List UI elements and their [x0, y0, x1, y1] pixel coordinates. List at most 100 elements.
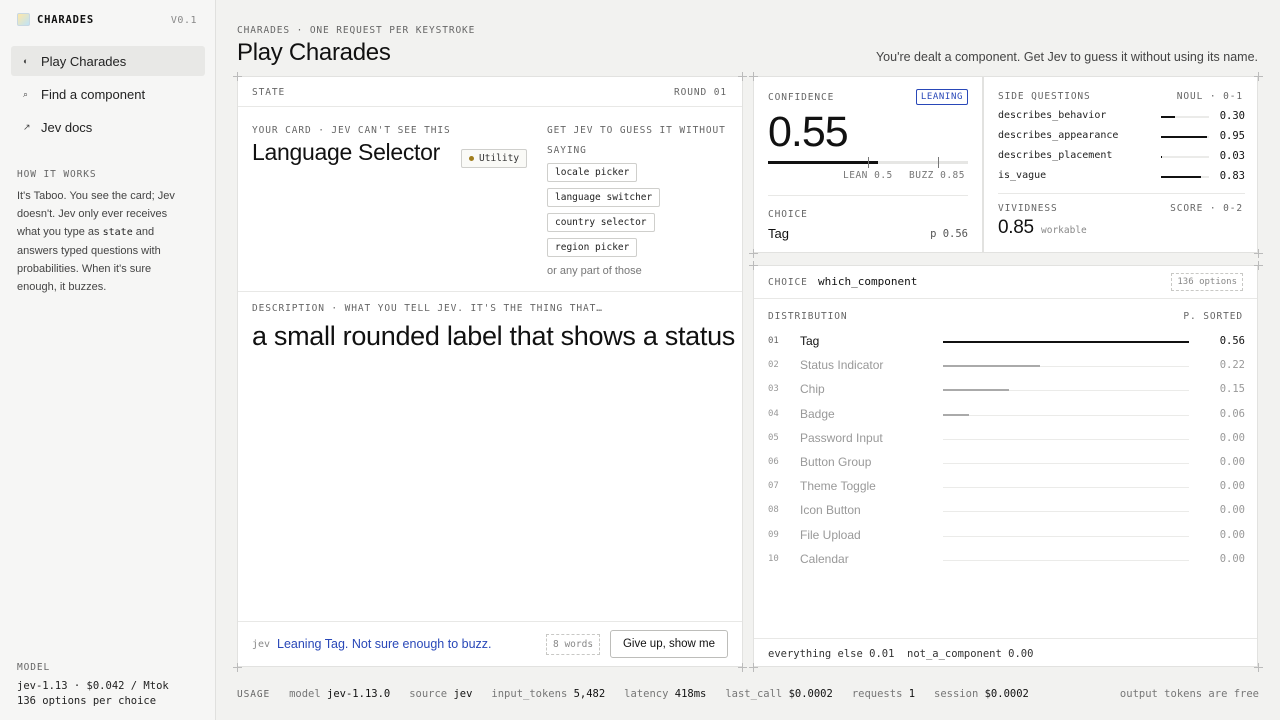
state-label: STATE — [252, 87, 286, 98]
corner-mark — [738, 663, 747, 672]
sidebar-nav: ◐ Play Charades ⌕ Find a component ↗ Jev… — [11, 46, 205, 145]
row-index: 07 — [768, 481, 779, 492]
row-index: 10 — [768, 553, 779, 564]
row-label: Password Input — [800, 430, 883, 445]
row-index: 08 — [768, 505, 779, 516]
options-badge: 136 options — [1171, 273, 1243, 291]
side-question-bar — [1161, 116, 1209, 118]
side-question-value: 0.30 — [1219, 110, 1245, 122]
taboo-word: language switcher — [547, 188, 661, 207]
usage-label: USAGE — [237, 689, 271, 700]
jev-message: Leaning Tag. Not sure enough to buzz. — [277, 637, 492, 651]
row-index: 02 — [768, 360, 779, 371]
confidence-meter-fill — [768, 161, 878, 164]
side-questions-panel: SIDE QUESTIONS NOUL · 0-1 describes_beha… — [983, 76, 1258, 253]
confidence-panel: CONFIDENCE LEANING 0.55 LEAN 0.5 BUZZ 0.… — [753, 76, 983, 253]
distribution-row: 07 Theme Toggle 0.00 — [768, 479, 1245, 495]
choice-name: which_component — [818, 275, 918, 288]
search-icon: ⌕ — [23, 88, 29, 99]
side-question-row: describes_placement 0.03 — [998, 150, 1245, 164]
taboo-note: or any part of those — [547, 265, 642, 277]
card-name: Language Selector — [252, 139, 440, 165]
distribution-row: 04 Badge 0.06 — [768, 407, 1245, 423]
side-question-bar-fill — [1161, 136, 1207, 138]
corner-mark — [1254, 261, 1263, 270]
choice-value: Tag — [768, 226, 789, 241]
give-up-button[interactable]: Give up, show me — [609, 630, 728, 658]
probability-bar — [943, 463, 1189, 464]
probability-bar — [943, 559, 1189, 561]
row-probability: 0.00 — [1219, 504, 1245, 517]
corner-mark — [749, 249, 758, 258]
how-it-works-title: HOW IT WORKS — [17, 169, 97, 180]
choice-label: CHOICE — [768, 277, 808, 288]
confidence-value: 0.55 — [768, 108, 849, 156]
row-probability: 0.56 — [1219, 335, 1245, 347]
card-caption: YOUR CARD · JEV CAN'T SEE THIS — [252, 125, 451, 136]
corner-mark — [749, 72, 758, 81]
probability-bar — [943, 535, 1189, 537]
nav-item-label: Play Charades — [41, 53, 127, 69]
probability-bar — [943, 389, 1189, 392]
row-probability: 0.00 — [1219, 431, 1245, 444]
usage-last-call-value: $0.0002 — [788, 688, 833, 700]
row-label: Button Group — [800, 455, 872, 469]
probability-bar — [943, 511, 1189, 513]
usage-tokens-value: 5,482 — [573, 688, 606, 700]
corner-mark — [749, 663, 758, 672]
divider — [768, 195, 968, 196]
state-code: state — [102, 227, 133, 238]
row-index: 04 — [768, 408, 779, 419]
probability-bar — [943, 487, 1189, 489]
model-line-2: 136 options per choice — [17, 695, 157, 707]
nav-item-play-charades[interactable]: ◐ Play Charades — [11, 46, 205, 76]
breadcrumb: CHARADES · ONE REQUEST PER KEYSTROKE — [237, 25, 476, 36]
state-panel: STATE ROUND 01 YOUR CARD · JEV CAN'T SEE… — [237, 76, 743, 667]
probability-bar-fill — [943, 413, 970, 416]
nav-item-jev-docs[interactable]: ↗ Jev docs — [11, 112, 205, 142]
taboo-word: country selector — [547, 213, 655, 232]
row-index: 01 — [768, 336, 779, 346]
lean-threshold-label: LEAN 0.5 — [843, 170, 893, 181]
distribution-label: DISTRIBUTION — [768, 311, 848, 322]
side-question-bar-fill — [1161, 156, 1163, 158]
row-probability: 0.15 — [1219, 383, 1245, 396]
side-question-bar — [1161, 136, 1209, 138]
usage-latency-key: latency — [624, 688, 669, 700]
side-question-name: is_vague — [998, 170, 1047, 181]
word-count-badge: 8 words — [546, 634, 601, 655]
distribution-row: 02 Status Indicator 0.22 — [768, 358, 1245, 374]
row-probability: 0.00 — [1219, 552, 1245, 565]
row-probability: 0.00 — [1219, 456, 1245, 468]
not-a-component-value: not_a_component 0.00 — [907, 648, 1034, 660]
row-index: 05 — [768, 432, 779, 443]
brand[interactable]: CHARADES — [17, 13, 94, 26]
corner-mark — [738, 72, 747, 81]
divider — [998, 193, 1245, 194]
row-label: Calendar — [800, 551, 849, 566]
distribution-header: CHOICE which_component 136 options — [754, 266, 1257, 299]
confidence-meter — [768, 157, 968, 168]
nav-item-label: Jev docs — [41, 119, 93, 135]
choice-label: CHOICE — [768, 209, 808, 220]
distribution-row: 06 Button Group 0.00 — [768, 455, 1245, 471]
usage-last-call-key: last_call — [725, 688, 783, 700]
distribution-row: 10 Calendar 0.00 — [768, 552, 1245, 568]
usage-session-key: session — [934, 688, 979, 700]
probability-bar — [943, 413, 1189, 416]
probability-bar-fill — [943, 341, 1189, 343]
row-label: File Upload — [800, 527, 861, 542]
everything-else-value: everything else 0.01 — [768, 648, 895, 660]
row-label: Badge — [800, 406, 835, 421]
row-probability: 0.22 — [1219, 359, 1245, 372]
side-question-name: describes_appearance — [998, 130, 1119, 141]
side-question-bar-fill — [1161, 176, 1201, 178]
side-questions-meta: NOUL · 0-1 — [1176, 91, 1243, 102]
usage-bar: USAGE model jev-1.13.0 source jev input_… — [237, 688, 1029, 700]
row-index: 03 — [768, 384, 779, 395]
nav-item-find-component[interactable]: ⌕ Find a component — [11, 79, 205, 109]
row-label: Chip — [800, 382, 825, 397]
distribution-footer: everything else 0.01 not_a_component 0.0… — [754, 638, 1257, 667]
taboo-caption: GET JEV TO GUESS IT WITHOUT SAYING — [547, 125, 726, 156]
description-input[interactable]: a small rounded label that shows a statu… — [252, 321, 735, 352]
